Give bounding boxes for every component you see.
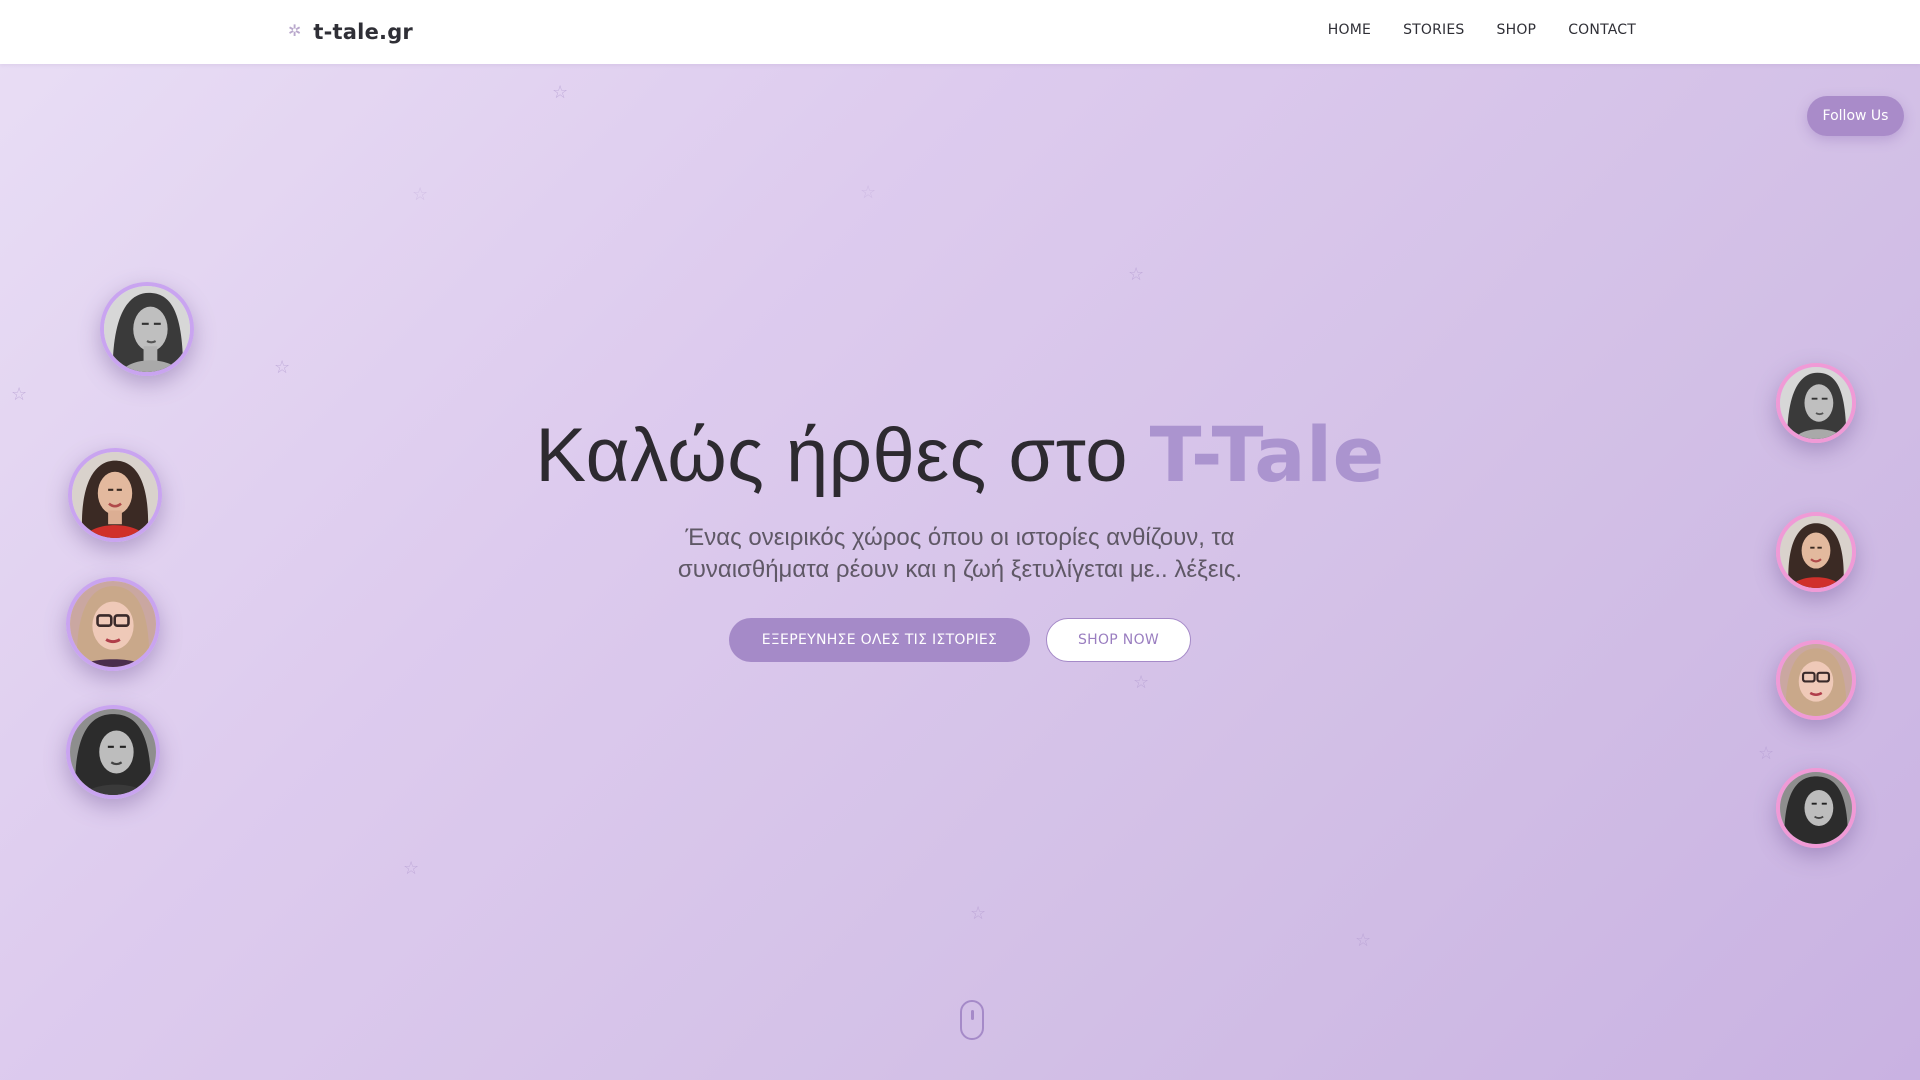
sparkle-icon: ✲	[288, 23, 302, 40]
star-outline-icon: ☆	[1128, 264, 1145, 284]
main-nav: HOME STORIES SHOP CONTACT	[1328, 22, 1636, 38]
author-avatar[interactable]	[66, 705, 160, 799]
hero-title: Καλώς ήρθες στο T-Tale	[0, 410, 1920, 499]
star-outline-icon: ☆	[860, 182, 877, 202]
brand-logo-link[interactable]: ✲ t-tale.gr	[288, 18, 413, 46]
star-outline-icon: ☆	[11, 384, 28, 404]
author-avatar[interactable]	[1776, 512, 1856, 592]
nav-stories[interactable]: STORIES	[1403, 22, 1464, 38]
mouse-wheel	[970, 1010, 974, 1020]
hero-title-prefix: Καλώς ήρθες στο	[535, 413, 1150, 498]
top-navbar: ✲ t-tale.gr HOME STORIES SHOP CONTACT	[0, 0, 1920, 64]
author-avatar[interactable]	[100, 282, 194, 376]
shop-now-button[interactable]: SHOP NOW	[1046, 618, 1191, 662]
star-outline-icon: ☆	[1133, 672, 1150, 692]
star-outline-icon: ☆	[1355, 930, 1372, 950]
mouse-scroll-icon[interactable]	[960, 1000, 984, 1040]
author-avatar[interactable]	[1776, 768, 1856, 848]
nav-contact[interactable]: CONTACT	[1568, 22, 1636, 38]
explore-stories-button[interactable]: ΕΞΕΡΕΥΝΗΣΕ ΟΛΕΣ ΤΙΣ ΙΣΤΟΡΙΕΣ	[729, 618, 1030, 662]
hero-title-accent: T-Tale	[1149, 410, 1385, 499]
hero-subtitle: Ένας ονειρικός χώρος όπου οι ιστορίες αν…	[677, 524, 1243, 583]
star-outline-icon: ☆	[412, 184, 429, 204]
star-outline-icon: ☆	[552, 82, 569, 102]
nav-shop[interactable]: SHOP	[1497, 22, 1537, 38]
star-outline-icon: ☆	[403, 858, 420, 878]
follow-us-button[interactable]: Follow Us	[1807, 96, 1904, 136]
nav-home[interactable]: HOME	[1328, 22, 1371, 38]
brand-name: t-tale.gr	[313, 20, 413, 44]
hero-cta-row: ΕΞΕΡΕΥΝΗΣΕ ΟΛΕΣ ΤΙΣ ΙΣΤΟΡΙΕΣ SHOP NOW	[0, 618, 1920, 662]
star-outline-icon: ☆	[274, 357, 291, 377]
star-outline-icon: ☆	[970, 903, 987, 923]
star-outline-icon: ☆	[1758, 743, 1775, 763]
